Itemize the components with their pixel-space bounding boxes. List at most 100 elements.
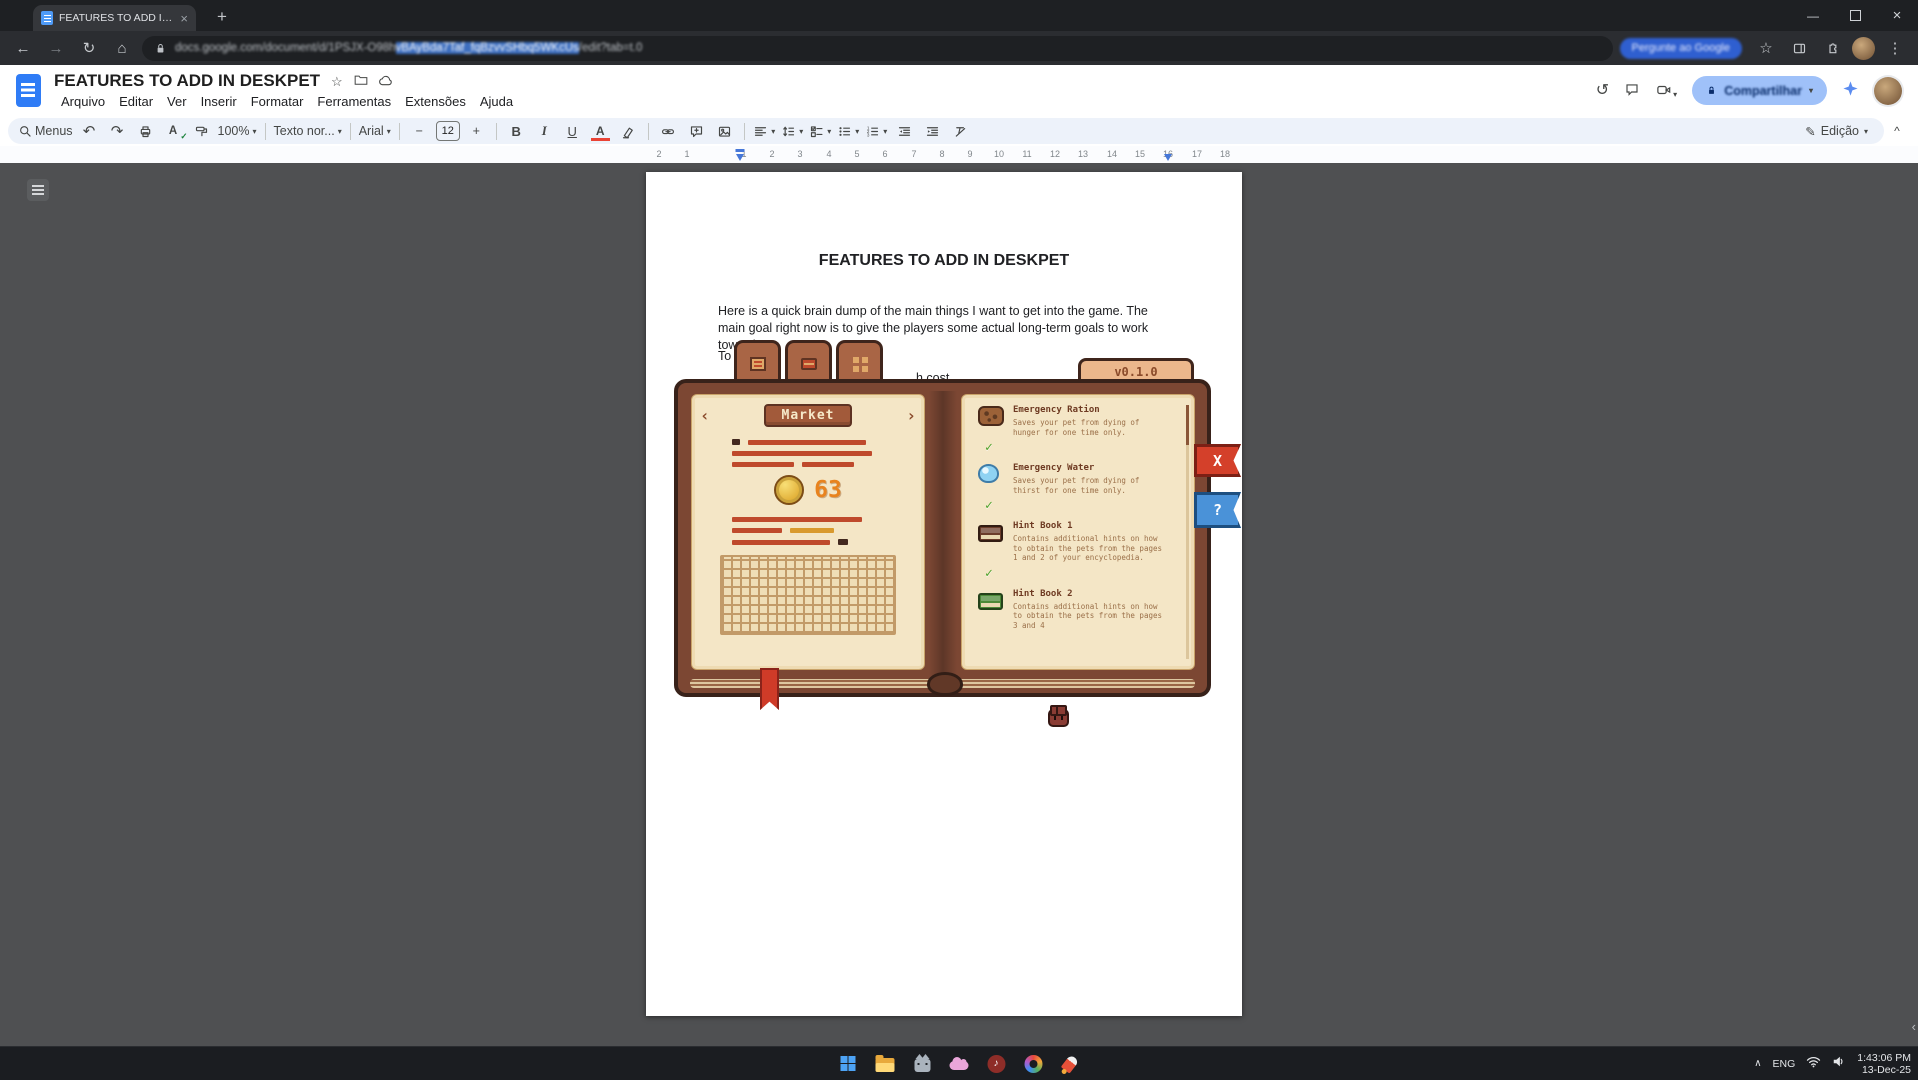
volume-icon[interactable] <box>1832 1055 1846 1073</box>
underline-button[interactable]: U <box>559 119 586 143</box>
shop-item[interactable]: Hint Book 1Contains additional hints on … <box>978 521 1184 580</box>
menu-ver[interactable]: Ver <box>160 93 194 110</box>
side-panel-icon[interactable] <box>1786 35 1812 61</box>
paint-format-button[interactable] <box>188 119 215 143</box>
font-size-input[interactable]: 12 <box>436 121 460 141</box>
undo-button[interactable]: ↶ <box>76 119 103 143</box>
forward-button[interactable]: → <box>43 35 69 61</box>
cat-app-button[interactable] <box>909 1050 936 1077</box>
spellcheck-button[interactable]: A✓ <box>160 119 187 143</box>
owned-check-icon: ✓ <box>985 567 1184 580</box>
text-color-button[interactable]: A <box>587 119 614 143</box>
game-app-button[interactable] <box>1057 1050 1084 1077</box>
start-button[interactable] <box>835 1050 862 1077</box>
menu-editar[interactable]: Editar <box>112 93 160 110</box>
menu-ajuda[interactable]: Ajuda <box>473 93 520 110</box>
left-indent-marker[interactable] <box>736 154 744 161</box>
reload-button[interactable]: ↻ <box>76 35 102 61</box>
side-panel-toggle[interactable]: ‹ <box>1912 1019 1916 1034</box>
browser-menu-kebab-icon[interactable]: ⋮ <box>1882 35 1908 61</box>
cloud-status-icon[interactable] <box>379 75 394 88</box>
shop-item[interactable]: Emergency RationSaves your pet from dyin… <box>978 405 1184 454</box>
language-indicator[interactable]: ENG <box>1773 1058 1796 1070</box>
browser-profile-avatar[interactable] <box>1852 37 1875 60</box>
settings-app-button[interactable] <box>1020 1050 1047 1077</box>
tab-title: FEATURES TO ADD IN DESKPET <box>59 12 174 24</box>
menu-extensoes[interactable]: Extensões <box>398 93 473 110</box>
docs-menubar: Arquivo Editar Ver Inserir Formatar Ferr… <box>54 93 520 110</box>
browser-tab[interactable]: FEATURES TO ADD IN DESKPET × <box>33 5 196 31</box>
font-size-increase-button[interactable]: + <box>463 119 490 143</box>
document-outline-button[interactable] <box>27 179 49 201</box>
back-button[interactable]: ← <box>10 35 36 61</box>
checklist-button[interactable]: ▾ <box>807 119 834 143</box>
ask-google-button[interactable]: Pergunte ao Google <box>1620 38 1742 59</box>
decrease-indent-button[interactable] <box>891 119 918 143</box>
decor-bar <box>790 528 834 533</box>
tab-close-icon[interactable]: × <box>180 12 188 25</box>
account-avatar[interactable] <box>1874 77 1902 105</box>
close-button[interactable]: × <box>1876 0 1918 31</box>
clear-formatting-button[interactable] <box>947 119 974 143</box>
doc-title[interactable]: FEATURES TO ADD IN DESKPET <box>54 71 320 91</box>
maximize-button[interactable] <box>1834 0 1876 31</box>
print-button[interactable] <box>132 119 159 143</box>
menu-arquivo[interactable]: Arquivo <box>54 93 112 110</box>
ruler[interactable]: 2 1 1 2 3 4 5 6 7 8 9 10 11 12 13 14 15 … <box>0 146 1918 164</box>
docs-app-icon[interactable] <box>16 74 41 107</box>
music-app-button[interactable]: ♪ <box>983 1050 1010 1077</box>
redo-button[interactable]: ↷ <box>104 119 131 143</box>
right-indent-marker[interactable] <box>1164 154 1172 161</box>
bookmark-star-icon[interactable]: ☆ <box>1753 35 1779 61</box>
gemini-sparkle-icon[interactable] <box>1842 80 1859 102</box>
first-line-indent-marker[interactable] <box>736 149 745 152</box>
wifi-icon[interactable] <box>1806 1055 1821 1073</box>
menus-search-button[interactable]: Menus <box>16 119 75 143</box>
shop-list-page: Emergency RationSaves your pet from dyin… <box>961 394 1195 670</box>
italic-button[interactable]: I <box>531 119 558 143</box>
highlight-color-button[interactable] <box>615 119 642 143</box>
insert-link-button[interactable] <box>655 119 682 143</box>
zoom-select[interactable]: 100%▾ <box>216 119 259 143</box>
pet-sprite[interactable] <box>1048 709 1069 727</box>
font-select[interactable]: Arial▾ <box>357 119 393 143</box>
font-size-decrease-button[interactable]: − <box>406 119 433 143</box>
extensions-icon[interactable] <box>1819 35 1845 61</box>
menu-formatar[interactable]: Formatar <box>244 93 311 110</box>
tray-chevron-icon[interactable]: ∧ <box>1754 1058 1761 1069</box>
menu-inserir[interactable]: Inserir <box>194 93 244 110</box>
move-folder-icon[interactable] <box>354 74 368 88</box>
taskbar-clock[interactable]: 1:43:06 PM 13-Dec-25 <box>1857 1052 1911 1076</box>
add-comment-button[interactable] <box>683 119 710 143</box>
editing-mode-select[interactable]: ✎Edição▾ <box>1797 124 1876 139</box>
star-doc-icon[interactable]: ☆ <box>331 75 343 88</box>
share-button[interactable]: Compartilhar ▾ <box>1692 76 1827 105</box>
address-bar[interactable]: docs.google.com/document/d/1PSJX-O98hvBA… <box>142 36 1613 61</box>
shop-scrollbar-thumb[interactable] <box>1186 405 1189 445</box>
comments-icon[interactable] <box>1624 82 1640 99</box>
line-spacing-button[interactable]: ▾ <box>779 119 806 143</box>
hide-menus-button[interactable]: ^ <box>1884 124 1910 138</box>
version-history-icon[interactable]: ↺ <box>1596 83 1609 99</box>
ruler-number: 2 <box>656 149 661 159</box>
minimize-button[interactable]: — <box>1792 0 1834 31</box>
cloud-app-button[interactable] <box>946 1050 973 1077</box>
bold-button[interactable]: B <box>503 119 530 143</box>
numbered-caret-icon: ▾ <box>883 127 887 136</box>
file-explorer-button[interactable] <box>872 1050 899 1077</box>
new-tab-button[interactable]: + <box>210 5 234 29</box>
video-call-icon[interactable]: ▾ <box>1655 83 1677 99</box>
document-canvas[interactable]: FEATURES TO ADD IN DESKPET Here is a qui… <box>0 163 1918 1047</box>
paragraph-style-select[interactable]: Texto nor...▾ <box>272 119 344 143</box>
bulleted-list-button[interactable]: ▾ <box>835 119 862 143</box>
align-button[interactable]: ▾ <box>751 119 778 143</box>
decor-bar <box>732 528 782 533</box>
insert-image-button[interactable] <box>711 119 738 143</box>
shop-item[interactable]: Hint Book 2Contains additional hints on … <box>978 589 1184 631</box>
docs-favicon-icon <box>41 11 53 25</box>
numbered-list-button[interactable]: 123▾ <box>863 119 890 143</box>
shop-item[interactable]: Emergency WaterSaves your pet from dying… <box>978 463 1184 512</box>
menu-ferramentas[interactable]: Ferramentas <box>310 93 398 110</box>
increase-indent-button[interactable] <box>919 119 946 143</box>
home-button[interactable]: ⌂ <box>109 35 135 61</box>
